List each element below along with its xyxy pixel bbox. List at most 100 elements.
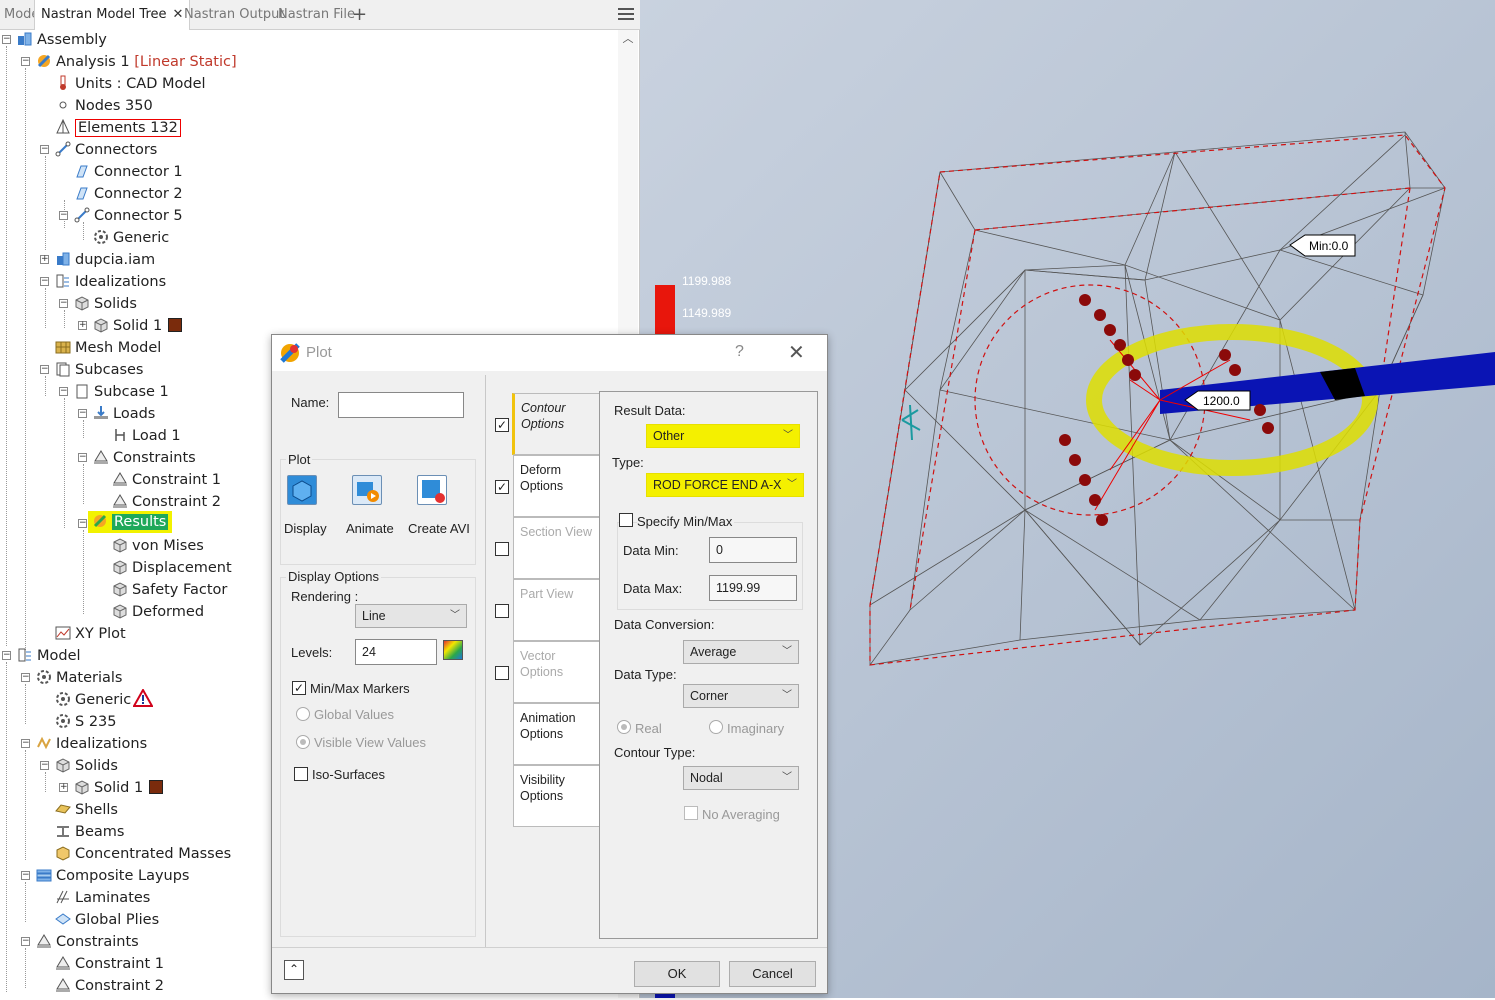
close-icon[interactable]: ✕	[788, 340, 805, 365]
tree-item-constraint-1[interactable]: Constraint 1	[112, 469, 221, 491]
tree-item-units[interactable]: Units : CAD Model	[55, 73, 206, 95]
tree-item-material-generic[interactable]: Generic	[55, 687, 157, 711]
tree-item-laminates[interactable]: Laminates	[55, 887, 150, 909]
display-icon[interactable]	[287, 475, 317, 505]
create-avi-button[interactable]: Create AVI	[408, 521, 470, 536]
contour-type-select[interactable]: Nodal ﹀	[683, 766, 799, 790]
ok-button[interactable]: OK	[634, 961, 720, 987]
iso-surfaces-checkbox[interactable]	[294, 767, 308, 781]
add-tab-icon[interactable]: +	[352, 4, 367, 25]
tree-item-generic[interactable]: Generic	[93, 227, 169, 249]
tree-item-idealizations[interactable]: Idealizations	[55, 271, 166, 293]
tree-item-nodes[interactable]: Nodes 350	[55, 95, 153, 117]
deform-checkbox[interactable]: ✓	[495, 480, 509, 494]
tree-item-subcase-1[interactable]: Subcase 1	[74, 381, 169, 403]
name-input[interactable]	[338, 392, 464, 418]
tree-item-analysis[interactable]: Analysis 1 [Linear Static]	[36, 51, 237, 73]
tree-item-safety-factor[interactable]: Safety Factor	[112, 579, 227, 601]
tree-item-solid-1[interactable]: Solid 1	[93, 315, 183, 337]
tree-item-xy-plot[interactable]: XY Plot	[55, 623, 126, 645]
levels-input[interactable]: 24	[355, 639, 437, 665]
tree-item-model-constraint-2[interactable]: Constraint 2	[55, 975, 164, 997]
constraint-icon	[55, 977, 71, 993]
result-cube-icon	[112, 581, 128, 597]
tree-item-concentrated-masses[interactable]: Concentrated Masses	[55, 843, 231, 865]
tree-item-beams[interactable]: Beams	[55, 821, 124, 843]
result-data-label: Result Data:	[614, 403, 686, 418]
tab-nastran-file[interactable]: Nastran File	[276, 0, 357, 30]
tree-item-subcases[interactable]: Subcases	[55, 359, 144, 381]
section-checkbox[interactable]	[495, 542, 509, 556]
no-averaging-checkbox[interactable]	[684, 806, 698, 820]
display-button[interactable]: Display	[284, 521, 327, 536]
warning-icon	[132, 687, 154, 707]
dialog-titlebar[interactable]: Plot ? ✕	[272, 335, 827, 371]
rendering-select[interactable]: Line ﹀	[355, 604, 467, 628]
visible-view-values-radio[interactable]	[296, 735, 310, 749]
real-radio[interactable]	[617, 720, 631, 734]
part-checkbox[interactable]	[495, 604, 509, 618]
type-select[interactable]: ROD FORCE END A-X ﹀	[646, 473, 804, 497]
tree-item-connector-2[interactable]: Connector 2	[74, 183, 183, 205]
tree-item-assembly[interactable]: Assembly	[17, 29, 107, 51]
color-scale-icon[interactable]	[443, 640, 463, 660]
imaginary-radio[interactable]	[709, 720, 723, 734]
data-min-input[interactable]: 0	[709, 537, 797, 563]
tree-item-shells[interactable]: Shells	[55, 799, 118, 821]
tab-nastran-model-tree[interactable]: Nastran Model Tree ✕	[34, 0, 191, 30]
shell-icon	[55, 801, 71, 817]
tree-item-results[interactable]: Results	[88, 511, 173, 533]
min-marker: Min:0.0	[1289, 234, 1356, 257]
tree-item-elements[interactable]: Elements 132	[55, 117, 181, 139]
tree-item-von-mises[interactable]: von Mises	[112, 535, 204, 557]
tab-visibility-options[interactable]: Visibility Options	[513, 765, 599, 827]
tree-item-mesh-model[interactable]: Mesh Model	[55, 337, 161, 359]
tree-item-materials[interactable]: Materials	[36, 667, 122, 689]
tree-item-connector-5[interactable]: Connector 5	[74, 205, 183, 227]
tree-item-constraint-2[interactable]: Constraint 2	[112, 491, 221, 513]
tree-item-connectors[interactable]: Connectors	[55, 139, 157, 161]
specify-minmax-checkbox[interactable]	[619, 513, 633, 527]
tree-item-s235[interactable]: S 235	[55, 711, 117, 733]
tree-item-constraints[interactable]: Constraints	[93, 447, 196, 469]
tree-item-displacement[interactable]: Displacement	[112, 557, 232, 579]
tab-animation-options[interactable]: Animation Options	[513, 703, 599, 765]
animate-button[interactable]: Animate	[346, 521, 394, 536]
data-conversion-select[interactable]: Average ﹀	[683, 640, 799, 664]
tab-nastran-output[interactable]: Nastran Output	[182, 0, 286, 30]
collapse-icon[interactable]: ⌃	[284, 960, 304, 980]
scroll-up-icon[interactable]: ︿	[618, 30, 638, 48]
result-data-select[interactable]: Other ﹀	[646, 424, 800, 448]
tree-item-load-1[interactable]: Load 1	[112, 425, 181, 447]
tree-item-loads[interactable]: Loads	[93, 403, 155, 425]
tree-item-dupcia[interactable]: dupcia.iam	[55, 249, 155, 271]
cancel-button[interactable]: Cancel	[729, 961, 816, 987]
tree-item-solids[interactable]: Solids	[74, 293, 137, 315]
tree-item-deformed[interactable]: Deformed	[112, 601, 204, 623]
help-button[interactable]: ?	[735, 343, 744, 361]
tab-contour-options[interactable]: Contour Options	[512, 393, 600, 455]
tab-section-view[interactable]: Section View	[513, 517, 599, 579]
tree-item-model[interactable]: Model	[17, 645, 81, 667]
tab-part-view[interactable]: Part View	[513, 579, 599, 641]
animate-icon[interactable]	[352, 475, 382, 505]
data-max-input[interactable]: 1199.99	[709, 575, 797, 601]
tree-item-model-constraint-1[interactable]: Constraint 1	[55, 953, 164, 975]
vector-checkbox[interactable]	[495, 666, 509, 680]
create-avi-icon[interactable]	[417, 475, 447, 505]
contour-checkbox[interactable]: ✓	[495, 418, 509, 432]
tree-item-composite-layups[interactable]: Composite Layups	[36, 865, 190, 887]
hamburger-menu-icon[interactable]	[618, 8, 634, 22]
data-type-select[interactable]: Corner ﹀	[683, 684, 799, 708]
tab-vector-options[interactable]: Vector Options	[513, 641, 599, 703]
tree-item-model-solids[interactable]: Solids	[55, 755, 118, 777]
tree-item-connector-1[interactable]: Connector 1	[74, 161, 183, 183]
constraint-icon	[55, 955, 71, 971]
global-values-radio[interactable]	[296, 707, 310, 721]
tree-item-global-plies[interactable]: Global Plies	[55, 909, 159, 931]
tree-item-model-idealizations[interactable]: Idealizations	[36, 733, 147, 755]
tree-item-model-solid-1[interactable]: Solid 1	[74, 777, 164, 799]
minmax-markers-checkbox[interactable]: ✓	[292, 681, 306, 695]
tab-deform-options[interactable]: Deform Options	[513, 455, 599, 517]
tree-item-model-constraints[interactable]: Constraints	[36, 931, 139, 953]
